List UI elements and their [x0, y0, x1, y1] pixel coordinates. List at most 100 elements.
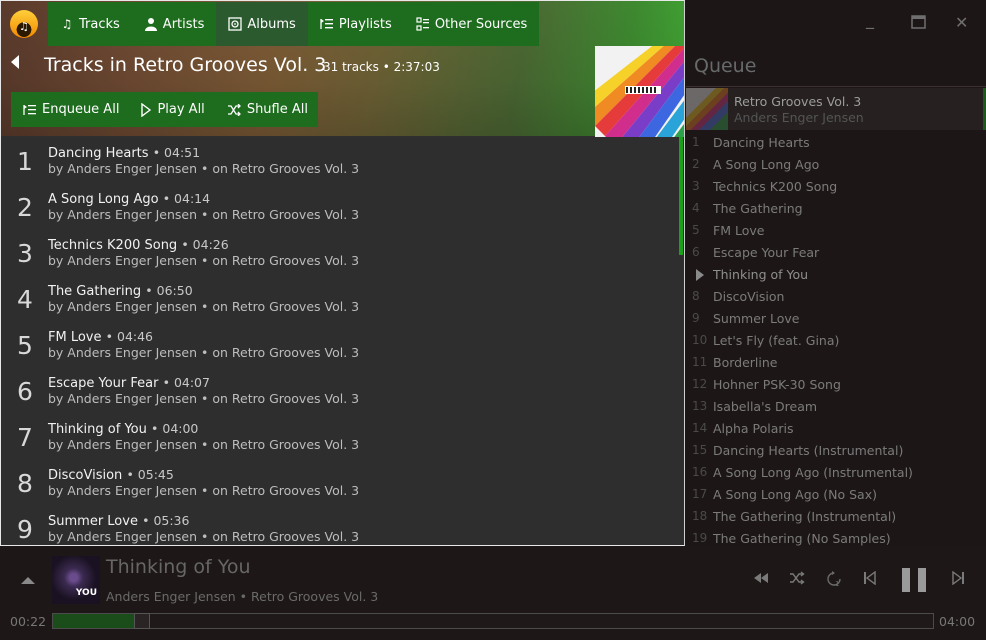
queue-album-art: [686, 88, 728, 130]
track-row[interactable]: 3 Technics K200 Song • 04:26 by Anders E…: [1, 229, 684, 275]
back-arrow-icon[interactable]: [11, 55, 19, 69]
track-row[interactable]: 5 FM Love • 04:46 by Anders Enger Jensen…: [1, 321, 684, 367]
tab-other-sources[interactable]: Other Sources: [404, 2, 539, 46]
queue-item-title: The Gathering: [713, 201, 803, 216]
tab-label: Tracks: [79, 16, 120, 32]
track-number: 6: [17, 377, 33, 406]
previous-button[interactable]: [863, 570, 877, 589]
track-title-line: DiscoVision • 05:45: [48, 467, 174, 483]
track-subtitle: by Anders Enger Jensen • on Retro Groove…: [48, 529, 360, 544]
queue-item[interactable]: 17 A Song Long Ago (No Sax): [686, 484, 986, 506]
repeat-one-icon: 1: [827, 571, 841, 588]
track-row[interactable]: 2 A Song Long Ago • 04:14 by Anders Enge…: [1, 183, 684, 229]
minimize-button[interactable]: _: [866, 10, 874, 29]
enqueue-all-button[interactable]: Enqueue All: [11, 92, 129, 127]
track-row[interactable]: 8 DiscoVision • 05:45 by Anders Enger Je…: [1, 459, 684, 505]
track-title-line: The Gathering • 06:50: [48, 283, 193, 299]
track-subtitle: by Anders Enger Jensen • on Retro Groove…: [48, 161, 360, 176]
queue-item[interactable]: 12 Hohner PSK-30 Song: [686, 374, 986, 396]
track-number: 2: [17, 193, 33, 222]
close-icon: ✕: [955, 13, 969, 32]
tab-artists[interactable]: Artists: [132, 2, 217, 46]
queue-item-title: Thinking of You: [713, 267, 809, 282]
queue-item-number: 5: [692, 223, 700, 237]
queue-item-number: 18: [692, 509, 708, 523]
pause-button[interactable]: [902, 568, 926, 592]
queue-item[interactable]: 3 Technics K200 Song: [686, 176, 986, 198]
shuffle-button[interactable]: [789, 571, 805, 589]
track-row[interactable]: 9 Summer Love • 05:36 by Anders Enger Je…: [1, 505, 684, 545]
expand-up-icon[interactable]: [21, 577, 35, 584]
queue-item[interactable]: 16 A Song Long Ago (Instrumental): [686, 462, 986, 484]
next-button[interactable]: [951, 570, 965, 589]
track-subtitle: by Anders Enger Jensen • on Retro Groove…: [48, 207, 360, 222]
queue-item-title: Escape Your Fear: [713, 245, 820, 260]
queue-item-title: A Song Long Ago: [713, 157, 820, 172]
maximize-button[interactable]: [911, 14, 926, 33]
queue-item-title: Summer Love: [713, 311, 800, 326]
queue-item[interactable]: 14 Alpha Polaris: [686, 418, 986, 440]
album-cover-art: [595, 46, 684, 137]
queue-item[interactable]: 11 Borderline: [686, 352, 986, 374]
queue-item[interactable]: 8 DiscoVision: [686, 286, 986, 308]
track-subtitle: by Anders Enger Jensen • on Retro Groove…: [48, 437, 360, 452]
track-row[interactable]: 4 The Gathering • 06:50 by Anders Enger …: [1, 275, 684, 321]
album-meta: 31 tracks • 2:37:03: [323, 60, 440, 74]
rewind-button[interactable]: [753, 571, 769, 589]
track-subtitle: by Anders Enger Jensen • on Retro Groove…: [48, 299, 360, 314]
queue-item[interactable]: 9 Summer Love: [686, 308, 986, 330]
track-number: 9: [17, 515, 33, 544]
tab-tracks[interactable]: ♫ Tracks: [48, 2, 132, 46]
queue-item-number: 2: [692, 157, 700, 171]
track-row[interactable]: 7 Thinking of You • 04:00 by Anders Enge…: [1, 413, 684, 459]
seek-handle[interactable]: [134, 613, 150, 629]
play-icon: [141, 102, 152, 117]
track-title: Summer Love: [48, 514, 138, 529]
now-playing-subtitle: Anders Enger Jensen • Retro Grooves Vol.…: [106, 589, 379, 604]
queue-item[interactable]: 19 The Gathering (No Samples): [686, 528, 986, 546]
track-list-scrollbar[interactable]: [679, 137, 683, 255]
shuffle-all-button[interactable]: Shufle All: [215, 92, 318, 127]
queue-item[interactable]: 15 Dancing Hearts (Instrumental): [686, 440, 986, 462]
pause-icon: [918, 568, 926, 592]
track-row[interactable]: 6 Escape Your Fear • 04:07 by Anders Eng…: [1, 367, 684, 413]
queue-item-title: The Gathering (Instrumental): [713, 509, 897, 524]
queue-item-title: Alpha Polaris: [713, 421, 794, 436]
minimize-icon: _: [866, 10, 874, 29]
seek-bar[interactable]: [52, 613, 934, 629]
queue-item[interactable]: 2 A Song Long Ago: [686, 154, 986, 176]
queue-item[interactable]: 13 Isabella's Dream: [686, 396, 986, 418]
track-title-line: Technics K200 Song • 04:26: [48, 237, 229, 253]
tab-playlists[interactable]: Playlists: [308, 2, 404, 46]
queue-item-number: 14: [692, 421, 708, 435]
queue-item[interactable]: 10 Let's Fly (feat. Gina): [686, 330, 986, 352]
queue-item-number: 1: [692, 135, 700, 149]
repeat-one-button[interactable]: 1: [826, 571, 842, 591]
queue-item[interactable]: 6 Escape Your Fear: [686, 242, 986, 264]
queue-now-playing[interactable]: Retro Grooves Vol. 3 Anders Enger Jensen: [686, 88, 986, 130]
album-header: ♫ ♫ Tracks Artists Albums Playlists Othe…: [1, 1, 684, 136]
queue-item[interactable]: 18 The Gathering (Instrumental): [686, 506, 986, 528]
track-title: A Song Long Ago: [48, 192, 159, 207]
tab-label: Playlists: [338, 16, 392, 32]
track-number: 7: [17, 423, 33, 452]
queue-item[interactable]: 5 FM Love: [686, 220, 986, 242]
play-all-button[interactable]: Play All: [129, 92, 214, 127]
enqueue-all-label: Enqueue All: [42, 102, 120, 117]
track-row[interactable]: 1 Dancing Hearts • 04:51 by Anders Enger…: [1, 137, 684, 183]
sources-icon: [416, 17, 429, 31]
tab-albums[interactable]: Albums: [216, 2, 308, 46]
queue-item-number: 4: [692, 201, 700, 215]
queue-item-title: The Gathering (No Samples): [713, 531, 891, 546]
track-subtitle: by Anders Enger Jensen • on Retro Groove…: [48, 253, 360, 268]
track-subtitle: by Anders Enger Jensen • on Retro Groove…: [48, 345, 360, 360]
queue-item[interactable]: 4 The Gathering: [686, 198, 986, 220]
track-number: 5: [17, 331, 33, 360]
track-title: Escape Your Fear: [48, 376, 159, 391]
queue-item[interactable]: 1 Dancing Hearts: [686, 132, 986, 154]
nav-bar: ♫ Tracks Artists Albums Playlists Other …: [48, 2, 540, 46]
queue-item-playing[interactable]: Thinking of You: [686, 264, 986, 286]
track-title-line: Dancing Hearts • 04:51: [48, 145, 200, 161]
track-number: 1: [17, 147, 33, 176]
close-button[interactable]: ✕: [955, 13, 968, 32]
